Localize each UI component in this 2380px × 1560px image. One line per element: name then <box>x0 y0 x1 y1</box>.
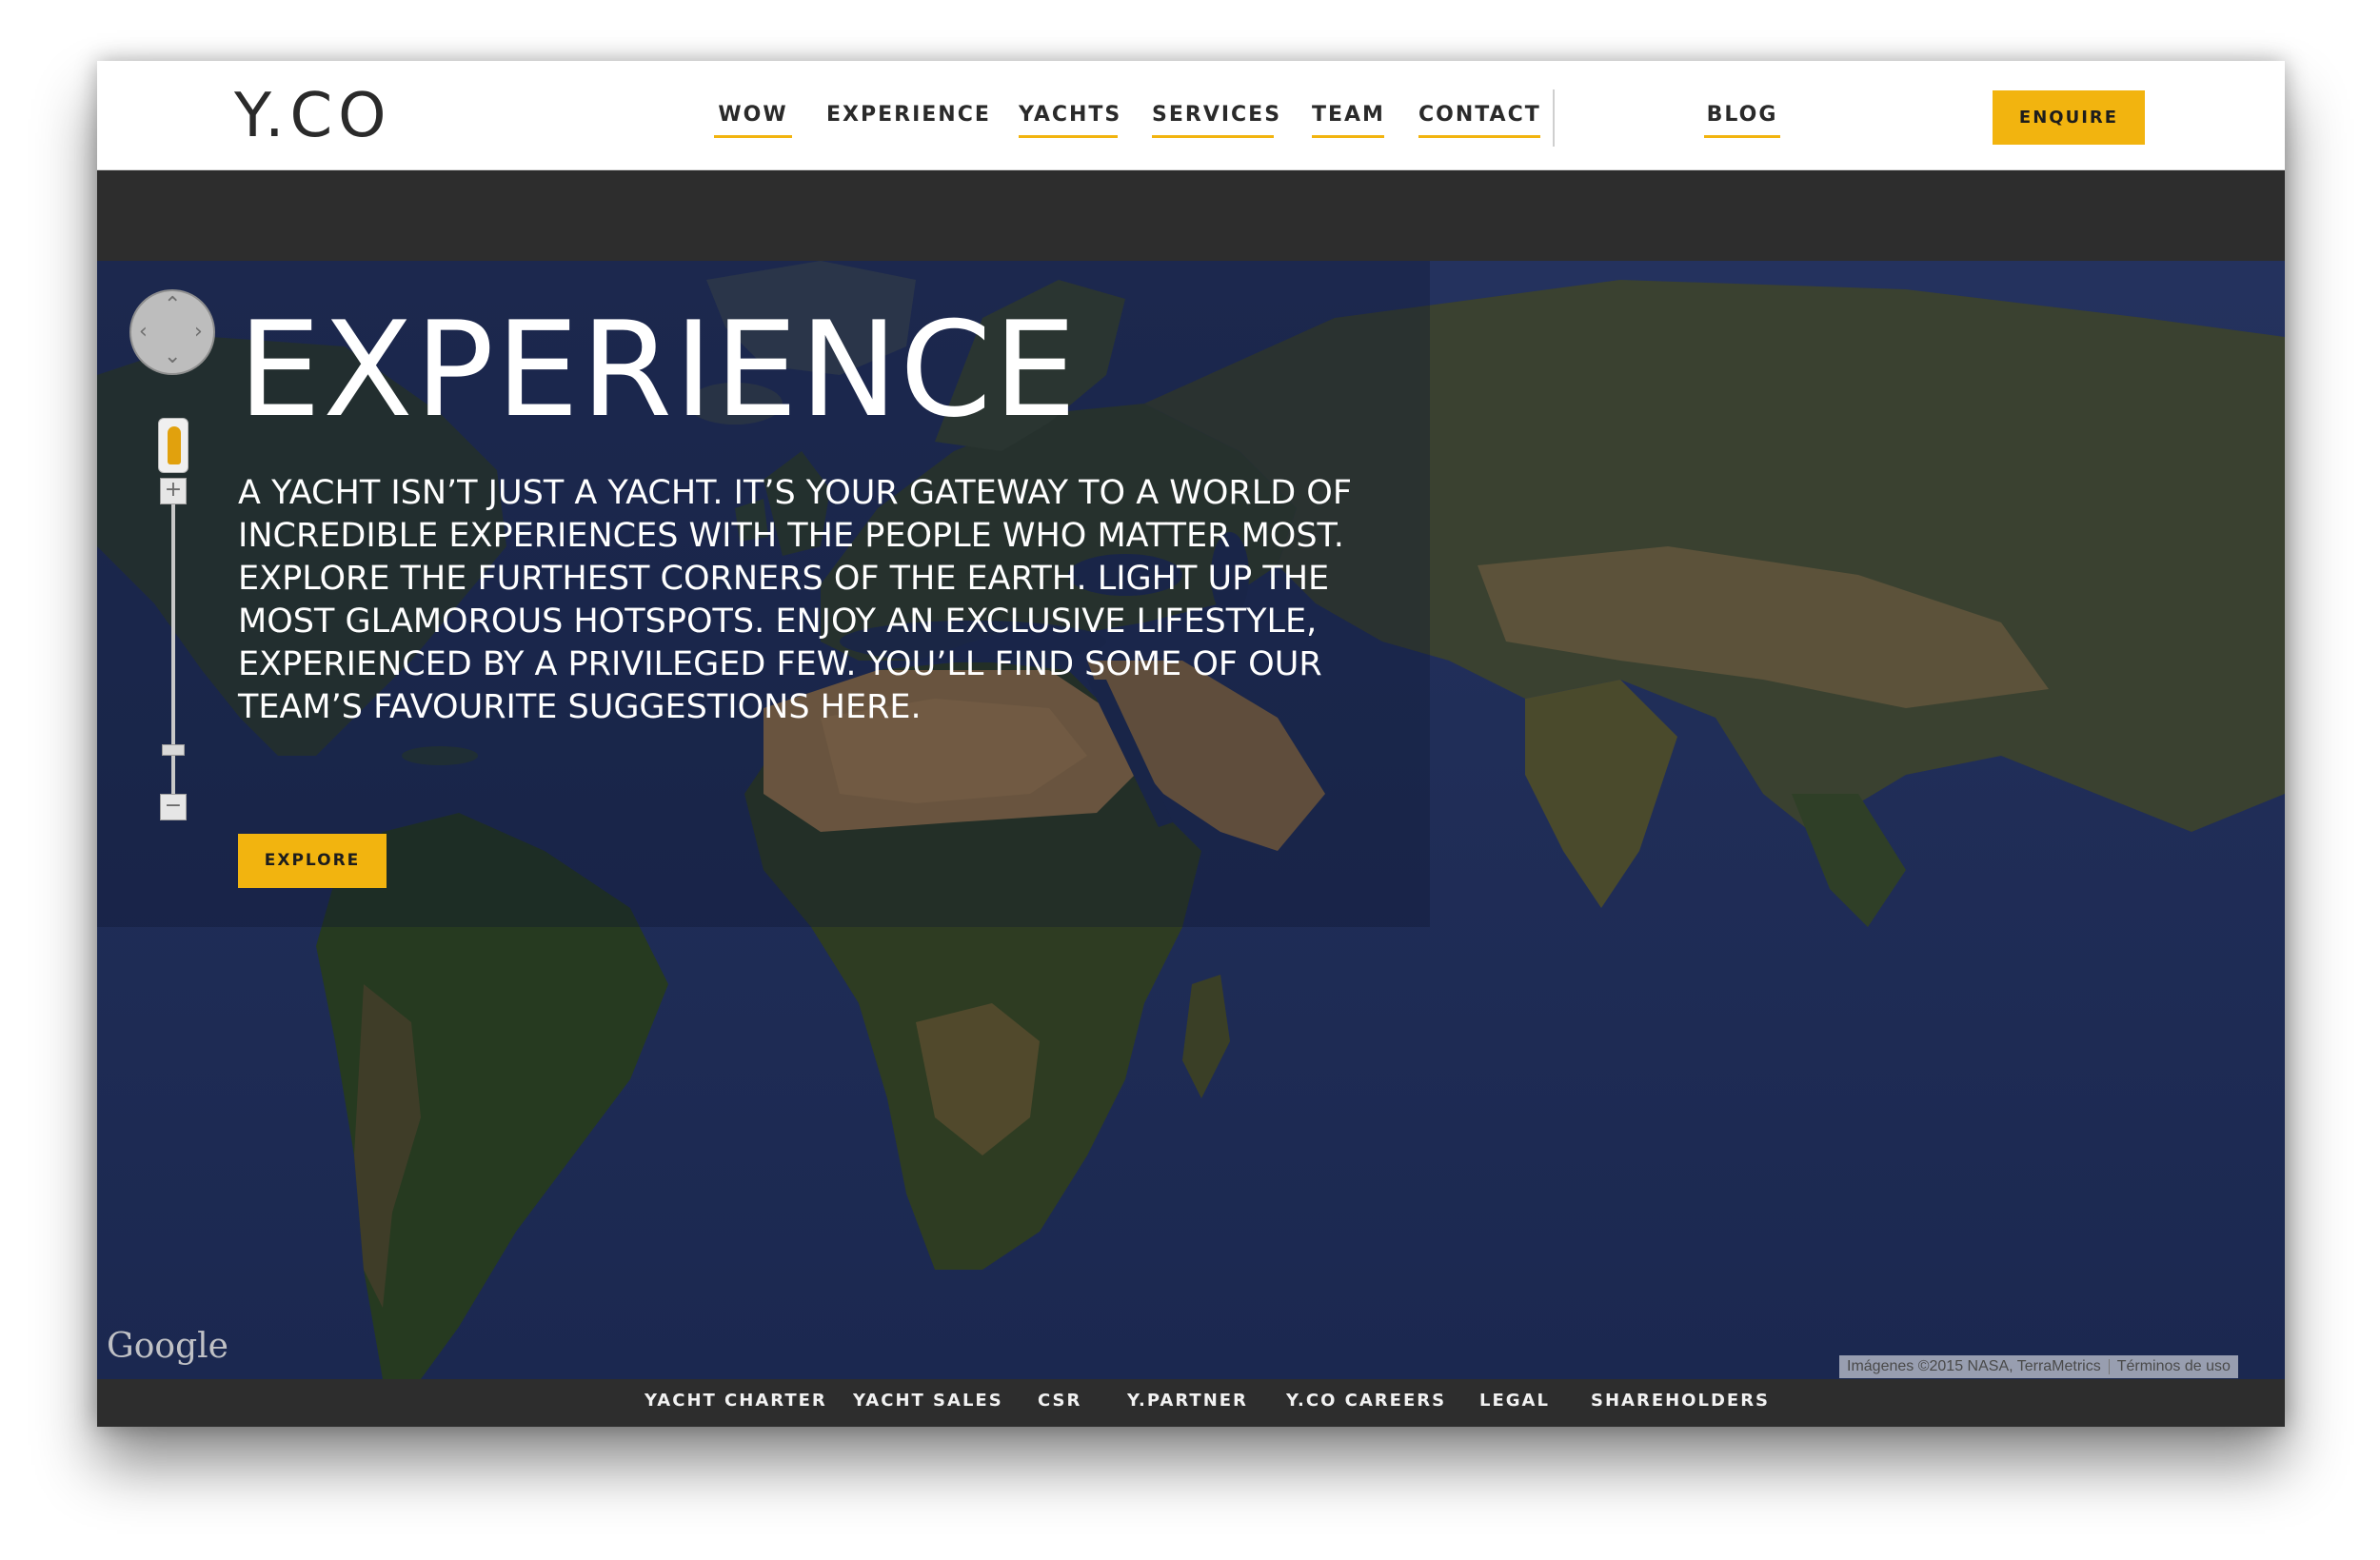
hero-description: A yacht isn’t just a yacht. It’s your ga… <box>238 474 1352 726</box>
nav-contact[interactable]: CONTACT <box>1418 103 1540 141</box>
footer-link-yacht-charter[interactable]: YACHT CHARTER <box>645 1391 827 1411</box>
nav-experience-label: EXPERIENCE <box>826 103 991 127</box>
nav-services-label: SERVICES <box>1152 103 1282 127</box>
zoom-out-button[interactable]: − <box>160 794 187 820</box>
pan-left-icon[interactable]: ‹ <box>139 320 148 344</box>
nav-team-label: TEAM <box>1312 103 1385 127</box>
nav-wow[interactable]: WOW <box>714 103 792 141</box>
nav-wow-label: WOW <box>718 103 788 127</box>
nav-divider <box>1553 89 1555 147</box>
footer-link-yacht-sales[interactable]: YACHT SALES <box>853 1391 1003 1411</box>
map-pan-control[interactable]: ⌃ ⌄ ‹ › <box>129 289 215 375</box>
map-attribution: Imágenes ©2015 NASA, TerraMetrics Término… <box>1839 1355 2238 1378</box>
pan-up-icon[interactable]: ⌃ <box>164 293 181 317</box>
map-imagery-credit: Imágenes ©2015 NASA, TerraMetrics <box>1847 1358 2101 1374</box>
zoom-slider-thumb[interactable] <box>162 744 185 756</box>
footer-link-ypartner[interactable]: Y.PARTNER <box>1127 1391 1248 1411</box>
footer-link-shareholders[interactable]: SHAREHOLDERS <box>1591 1391 1770 1411</box>
explore-button[interactable]: EXPLORE <box>238 834 387 888</box>
nav-contact-label: CONTACT <box>1418 103 1541 127</box>
google-logo[interactable]: Google <box>107 1327 228 1366</box>
nav-services[interactable]: SERVICES <box>1152 103 1279 141</box>
world-map[interactable]: ⌃ ⌄ ‹ › + − EXPERIENCE A yacht isn’t jus… <box>97 261 2285 1379</box>
zoom-in-button[interactable]: + <box>160 478 187 504</box>
site-header: Y.CO WOW EXPERIENCE YACHTS SERVICES TEAM… <box>97 61 2285 170</box>
hero-title: EXPERIENCE <box>238 293 1079 446</box>
header-shadow-band <box>97 170 2285 261</box>
site-footer: YACHT CHARTER YACHT SALES CSR Y.PARTNER … <box>97 1379 2285 1427</box>
map-terms-link[interactable]: Términos de uso <box>2117 1358 2231 1374</box>
browser-window: Y.CO WOW EXPERIENCE YACHTS SERVICES TEAM… <box>97 61 2285 1427</box>
nav-blog[interactable]: BLOG <box>1704 103 1780 141</box>
footer-link-careers[interactable]: Y.CO CAREERS <box>1286 1391 1446 1411</box>
footer-link-legal[interactable]: LEGAL <box>1479 1391 1550 1411</box>
pan-down-icon[interactable]: ⌄ <box>164 345 181 368</box>
nav-blog-label: BLOG <box>1706 103 1778 127</box>
nav-team[interactable]: TEAM <box>1312 103 1384 141</box>
nav-yachts-label: YACHTS <box>1019 103 1122 127</box>
footer-link-csr[interactable]: CSR <box>1038 1391 1081 1411</box>
nav-yachts[interactable]: YACHTS <box>1019 103 1122 141</box>
yco-logo[interactable]: Y.CO <box>234 82 392 150</box>
enquire-button[interactable]: ENQUIRE <box>1993 90 2145 145</box>
pan-right-icon[interactable]: › <box>194 320 203 344</box>
nav-experience[interactable]: EXPERIENCE <box>826 103 989 141</box>
street-view-pegman-icon[interactable] <box>158 418 188 473</box>
